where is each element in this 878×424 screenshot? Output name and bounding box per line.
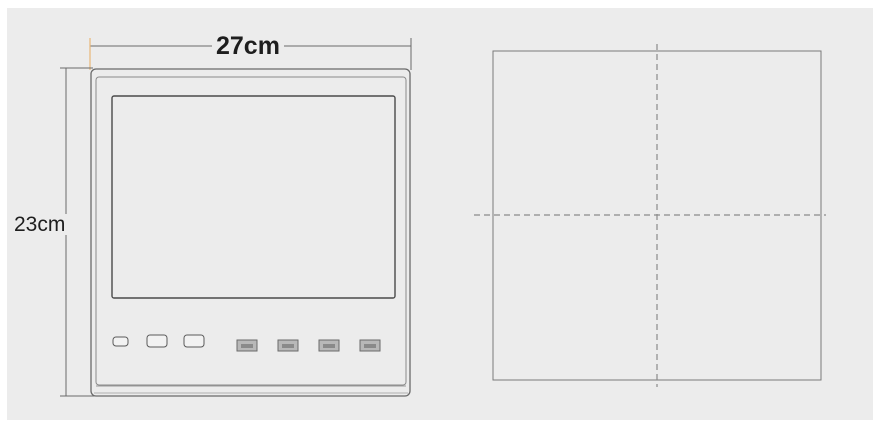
left-key-3 — [183, 334, 205, 348]
left-key-2 — [146, 334, 168, 348]
device-screen — [111, 95, 396, 299]
left-key-1 — [112, 336, 129, 347]
diagram-svg — [60, 38, 826, 397]
height-dimension-label: 23cm — [12, 213, 68, 236]
width-dimension-label: 27cm — [212, 34, 284, 59]
panel-cutout-view — [474, 44, 826, 387]
